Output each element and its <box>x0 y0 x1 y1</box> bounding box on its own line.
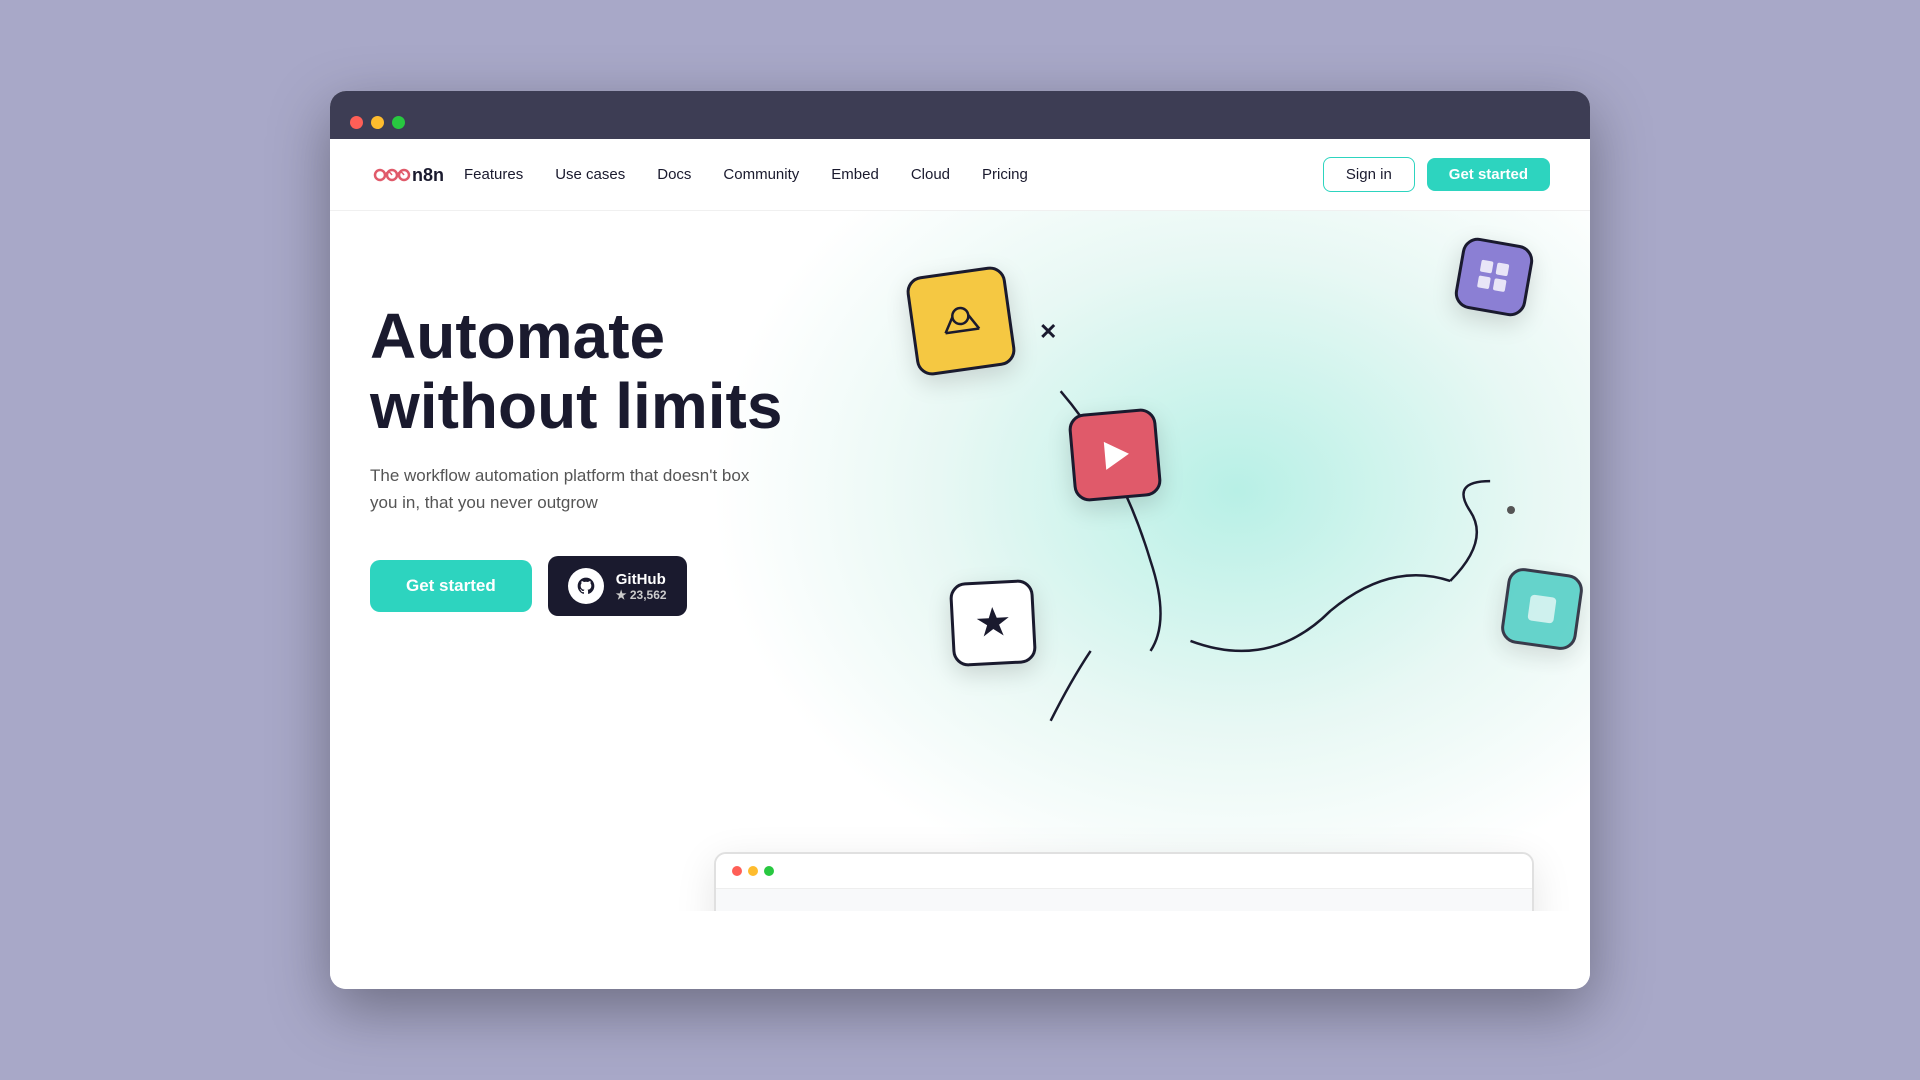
hero-heading: Automate without limits <box>370 301 910 442</box>
github-text: GitHub ★ 23,562 <box>616 571 667 602</box>
browser-chrome <box>330 91 1590 139</box>
traffic-light-red[interactable] <box>350 116 363 129</box>
logo[interactable]: n8n <box>370 159 450 191</box>
browser-window: n8n Features Use cases Docs Community Em… <box>330 91 1590 989</box>
hero-left: Automate without limits The workflow aut… <box>370 271 910 911</box>
navbar: n8n Features Use cases Docs Community Em… <box>330 139 1590 211</box>
traffic-light-green[interactable] <box>392 116 405 129</box>
getstarted-button-nav[interactable]: Get started <box>1427 158 1550 191</box>
star-cube <box>949 579 1037 667</box>
github-icon <box>568 568 604 604</box>
browser-content: n8n Features Use cases Docs Community Em… <box>330 139 1590 989</box>
hero-section: Automate without limits The workflow aut… <box>330 211 1590 911</box>
nav-use-cases[interactable]: Use cases <box>541 158 639 191</box>
nav-docs[interactable]: Docs <box>643 158 705 191</box>
hero-getstarted-button[interactable]: Get started <box>370 560 532 612</box>
svg-text:n8n: n8n <box>412 165 444 185</box>
teal-cube <box>1499 566 1585 652</box>
app-window-chrome <box>716 854 1532 889</box>
nav-community[interactable]: Community <box>709 158 813 191</box>
app-workflow-window: Waiting for you to call the Test URL 🐘 <box>714 852 1534 911</box>
app-traffic-green <box>764 866 774 876</box>
nav-actions: Sign in Get started <box>1323 157 1550 192</box>
nav-cloud[interactable]: Cloud <box>897 158 964 191</box>
hero-ctas: Get started GitHub ★ 23,562 <box>370 556 910 616</box>
nav-embed[interactable]: Embed <box>817 158 893 191</box>
hero-subheading: The workflow automation platform that do… <box>370 462 770 516</box>
github-button[interactable]: GitHub ★ 23,562 <box>548 556 687 616</box>
cross-decoration: ✕ <box>1039 319 1057 345</box>
app-traffic-red <box>732 866 742 876</box>
webhook-cube <box>905 265 1018 378</box>
app-window-body: Waiting for you to call the Test URL 🐘 <box>716 889 1532 911</box>
signin-button[interactable]: Sign in <box>1323 157 1415 192</box>
app-traffic-yellow <box>748 866 758 876</box>
nav-features[interactable]: Features <box>450 158 537 191</box>
grid-cube <box>1452 235 1535 318</box>
traffic-light-yellow[interactable] <box>371 116 384 129</box>
dot-decoration <box>1507 506 1515 514</box>
play-cube <box>1067 407 1162 502</box>
nav-links: Features Use cases Docs Community Embed … <box>450 158 1323 191</box>
nav-pricing[interactable]: Pricing <box>968 158 1042 191</box>
